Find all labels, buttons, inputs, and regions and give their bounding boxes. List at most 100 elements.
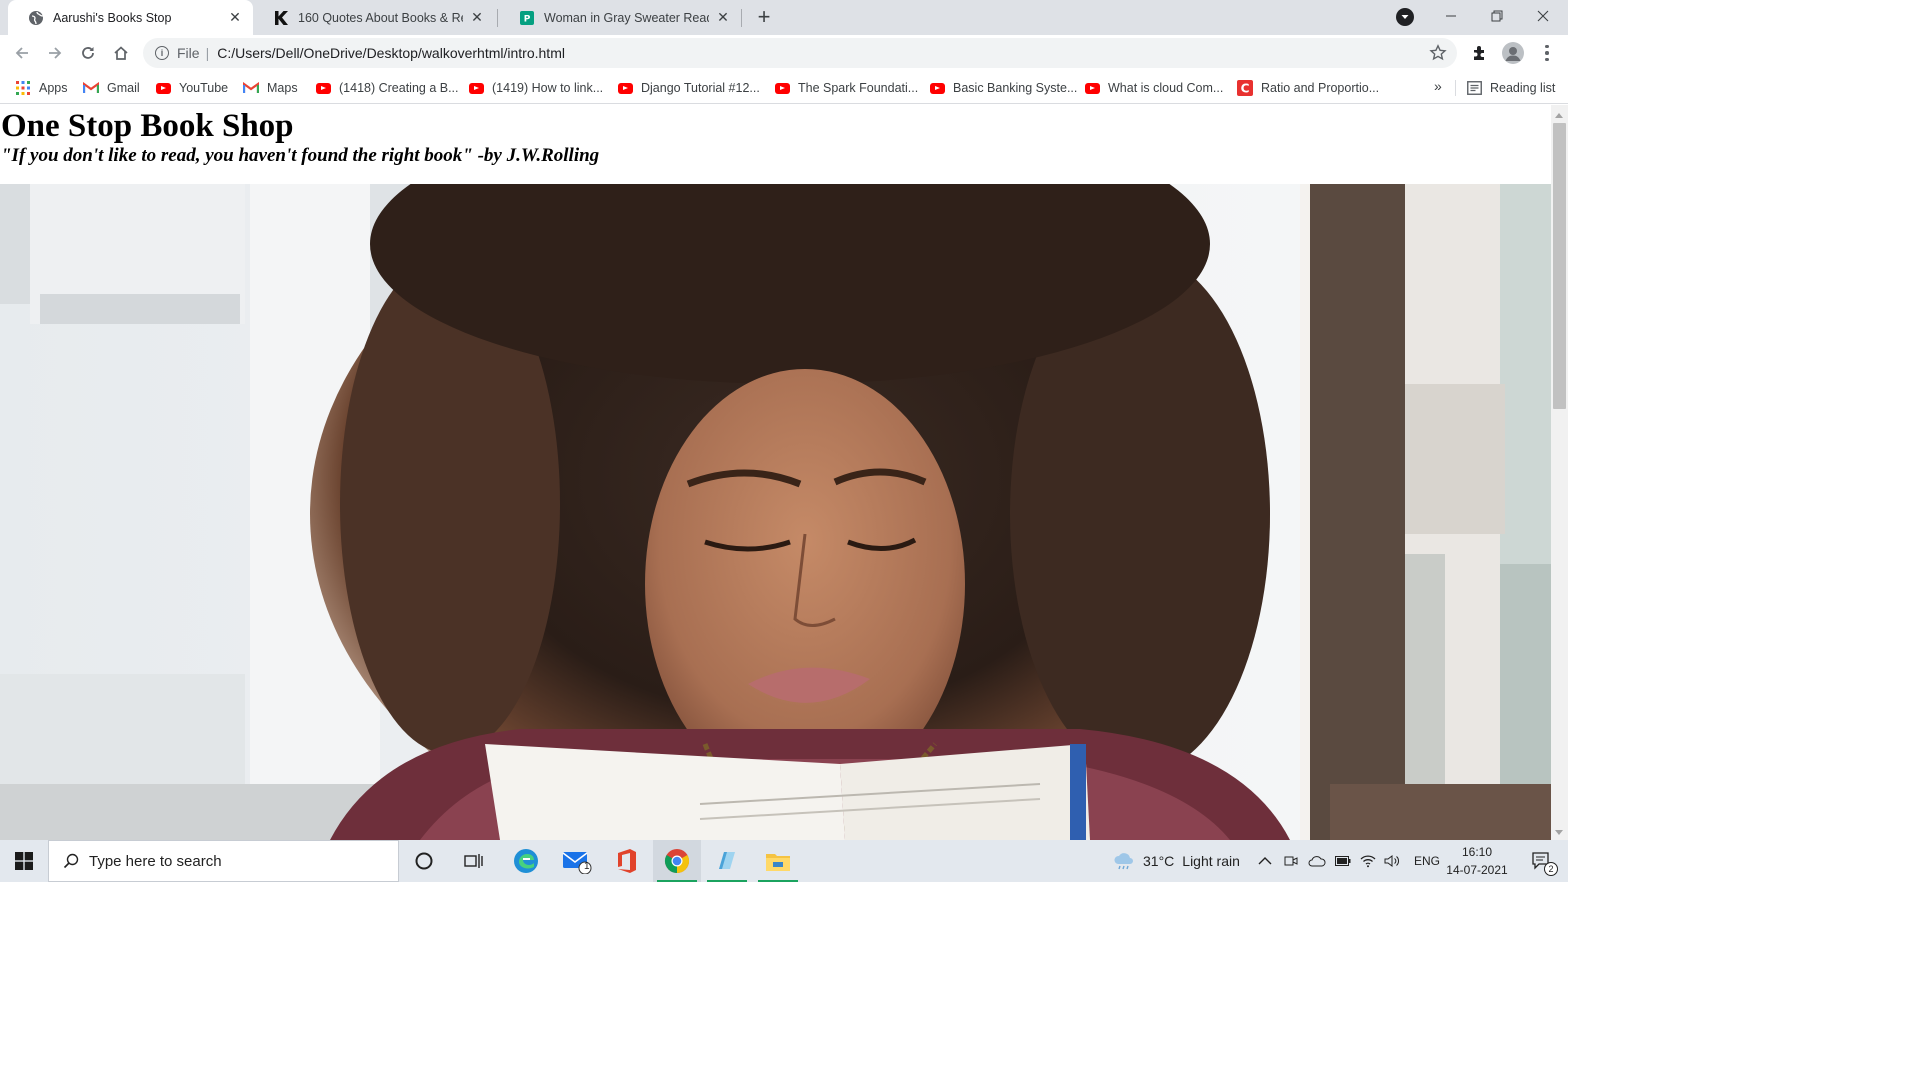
notepad-icon	[719, 852, 735, 869]
bookmark-spark-foundation[interactable]: The Spark Foundati...	[774, 78, 918, 98]
search-placeholder: Type here to search	[89, 852, 222, 870]
arrow-left-icon	[15, 47, 28, 59]
person-icon	[1502, 42, 1524, 64]
close-tab-icon[interactable]: ✕	[469, 9, 485, 26]
bookmark-ratio-proportion[interactable]: C Ratio and Proportio...	[1237, 78, 1379, 98]
svg-text:C: C	[1241, 82, 1250, 96]
taskbar-chrome[interactable]	[653, 840, 701, 882]
page-scrollbar[interactable]	[1551, 105, 1568, 840]
bookmark-label: Ratio and Proportio...	[1261, 81, 1380, 95]
page-viewport: One Stop Book Shop "If you don't like to…	[0, 105, 1551, 840]
tab-woman-in-gray-sweater[interactable]: P Woman in Gray Sweater Reading Book ✕	[499, 0, 741, 35]
tab-160-quotes[interactable]: 160 Quotes About Books & Reading ✕	[253, 0, 495, 35]
browser-menu-button[interactable]	[1538, 42, 1556, 64]
tab-search-button[interactable]	[1396, 8, 1414, 26]
bookmark-cloud-computing[interactable]: What is cloud Com...	[1084, 78, 1223, 98]
pexels-logo-icon: P	[519, 10, 535, 26]
bookmark-apps[interactable]: Apps	[15, 78, 68, 98]
youtube-icon	[155, 80, 171, 96]
page-title: One Stop Book Shop	[1, 108, 294, 144]
page-quote: "If you don't like to read, you haven't …	[1, 145, 600, 166]
restore-button[interactable]	[1474, 0, 1520, 32]
extensions-icon[interactable]	[1468, 41, 1492, 65]
home-button[interactable]	[107, 39, 135, 67]
taskbar-file-explorer[interactable]	[754, 840, 802, 882]
weather-widget[interactable]: 31°C Light rain	[1113, 840, 1240, 882]
taskbar-search-box[interactable]: Type here to search	[48, 840, 399, 882]
office-icon	[618, 849, 636, 873]
bookmark-label: The Spark Foundati...	[798, 81, 919, 95]
site-info-icon[interactable]: i	[155, 46, 169, 60]
bookmark-label: Django Tutorial #12...	[641, 81, 760, 95]
maps-icon	[243, 80, 259, 96]
scroll-thumb[interactable]	[1553, 123, 1566, 409]
bookmark-gmail[interactable]: Gmail	[83, 78, 140, 98]
address-bar[interactable]: i File | C:/Users/Dell/OneDrive/Desktop/…	[143, 38, 1457, 68]
battery-icon[interactable]	[1335, 856, 1351, 866]
mail-badge: 1	[584, 861, 590, 872]
action-center-button[interactable]: 2	[1522, 840, 1562, 882]
bookmark-label: (1418) Creating a B...	[339, 81, 459, 95]
language-indicator[interactable]: ENG	[1414, 854, 1440, 868]
reload-button[interactable]	[74, 39, 102, 67]
cortana-button[interactable]	[400, 840, 448, 882]
bookmark-label: Maps	[267, 81, 298, 95]
forward-button[interactable]	[41, 39, 69, 67]
task-view-button[interactable]	[450, 840, 498, 882]
bookmark-label: YouTube	[179, 81, 229, 95]
taskbar-clock[interactable]: 16:10 14-07-2021	[1438, 843, 1516, 879]
clock-time: 16:10	[1461, 845, 1493, 859]
taskbar-edge[interactable]	[502, 840, 550, 882]
bookmark-label: (1419) How to link...	[492, 81, 604, 95]
reading-list-button[interactable]: Reading list	[1466, 78, 1555, 98]
close-tab-icon[interactable]: ✕	[715, 9, 731, 26]
clock-date: 14-07-2021	[1446, 863, 1508, 877]
taskbar-office[interactable]	[603, 840, 651, 882]
bookmark-label: Apps	[39, 81, 68, 95]
bookmark-label: Gmail	[107, 81, 140, 95]
youtube-icon	[774, 80, 790, 96]
tab-separator	[741, 9, 742, 27]
chevron-up-icon[interactable]	[1258, 856, 1272, 866]
scroll-up-arrow-icon[interactable]	[1555, 113, 1563, 118]
close-icon	[1537, 10, 1549, 22]
start-button[interactable]	[0, 840, 48, 882]
bookmark-basic-banking[interactable]: Basic Banking Syste...	[929, 78, 1077, 98]
browser-toolbar: i File | C:/Users/Dell/OneDrive/Desktop/…	[0, 35, 1568, 72]
reload-icon	[82, 47, 94, 59]
new-tab-button[interactable]: +	[752, 4, 776, 29]
bookmark-creating-a-b[interactable]: (1418) Creating a B...	[315, 78, 459, 98]
bookmark-youtube[interactable]: YouTube	[155, 78, 228, 98]
meet-now-icon[interactable]	[1284, 854, 1298, 868]
youtube-icon	[929, 80, 945, 96]
speaker-icon[interactable]	[1384, 854, 1400, 868]
apps-grid-icon	[15, 80, 31, 96]
bookmark-star-icon[interactable]	[1429, 44, 1447, 62]
restore-icon	[1491, 10, 1503, 22]
cloud-rain-icon	[1114, 853, 1133, 870]
profile-avatar[interactable]	[1502, 42, 1524, 64]
address-url[interactable]: C:/Users/Dell/OneDrive/Desktop/walkoverh…	[217, 45, 565, 61]
taskbar-notepad[interactable]	[703, 840, 751, 882]
bookmark-how-to-link[interactable]: (1419) How to link...	[468, 78, 603, 98]
tab-title: Woman in Gray Sweater Reading Book	[544, 10, 709, 25]
arrow-right-icon	[49, 47, 62, 59]
folder-icon	[766, 854, 790, 871]
back-button[interactable]	[8, 39, 36, 67]
youtube-icon	[315, 80, 331, 96]
scroll-down-arrow-icon[interactable]	[1555, 830, 1563, 835]
more-bookmarks-button[interactable]: »	[1434, 78, 1442, 94]
close-tab-icon[interactable]: ✕	[227, 9, 243, 26]
home-icon	[114, 46, 128, 60]
bookmark-maps[interactable]: Maps	[243, 78, 298, 98]
bookmark-label: Basic Banking Syste...	[953, 81, 1078, 95]
wifi-icon[interactable]	[1360, 854, 1376, 868]
youtube-icon	[1084, 80, 1100, 96]
taskbar-mail[interactable]: 1	[553, 840, 601, 882]
tab-aarushis-books-stop[interactable]: Aarushi's Books Stop ✕	[8, 0, 253, 35]
onedrive-cloud-icon[interactable]	[1308, 855, 1326, 867]
bookmark-django-tutorial[interactable]: Django Tutorial #12...	[617, 78, 760, 98]
close-window-button[interactable]	[1520, 0, 1566, 32]
minimize-button[interactable]	[1428, 0, 1474, 32]
youtube-icon	[617, 80, 633, 96]
